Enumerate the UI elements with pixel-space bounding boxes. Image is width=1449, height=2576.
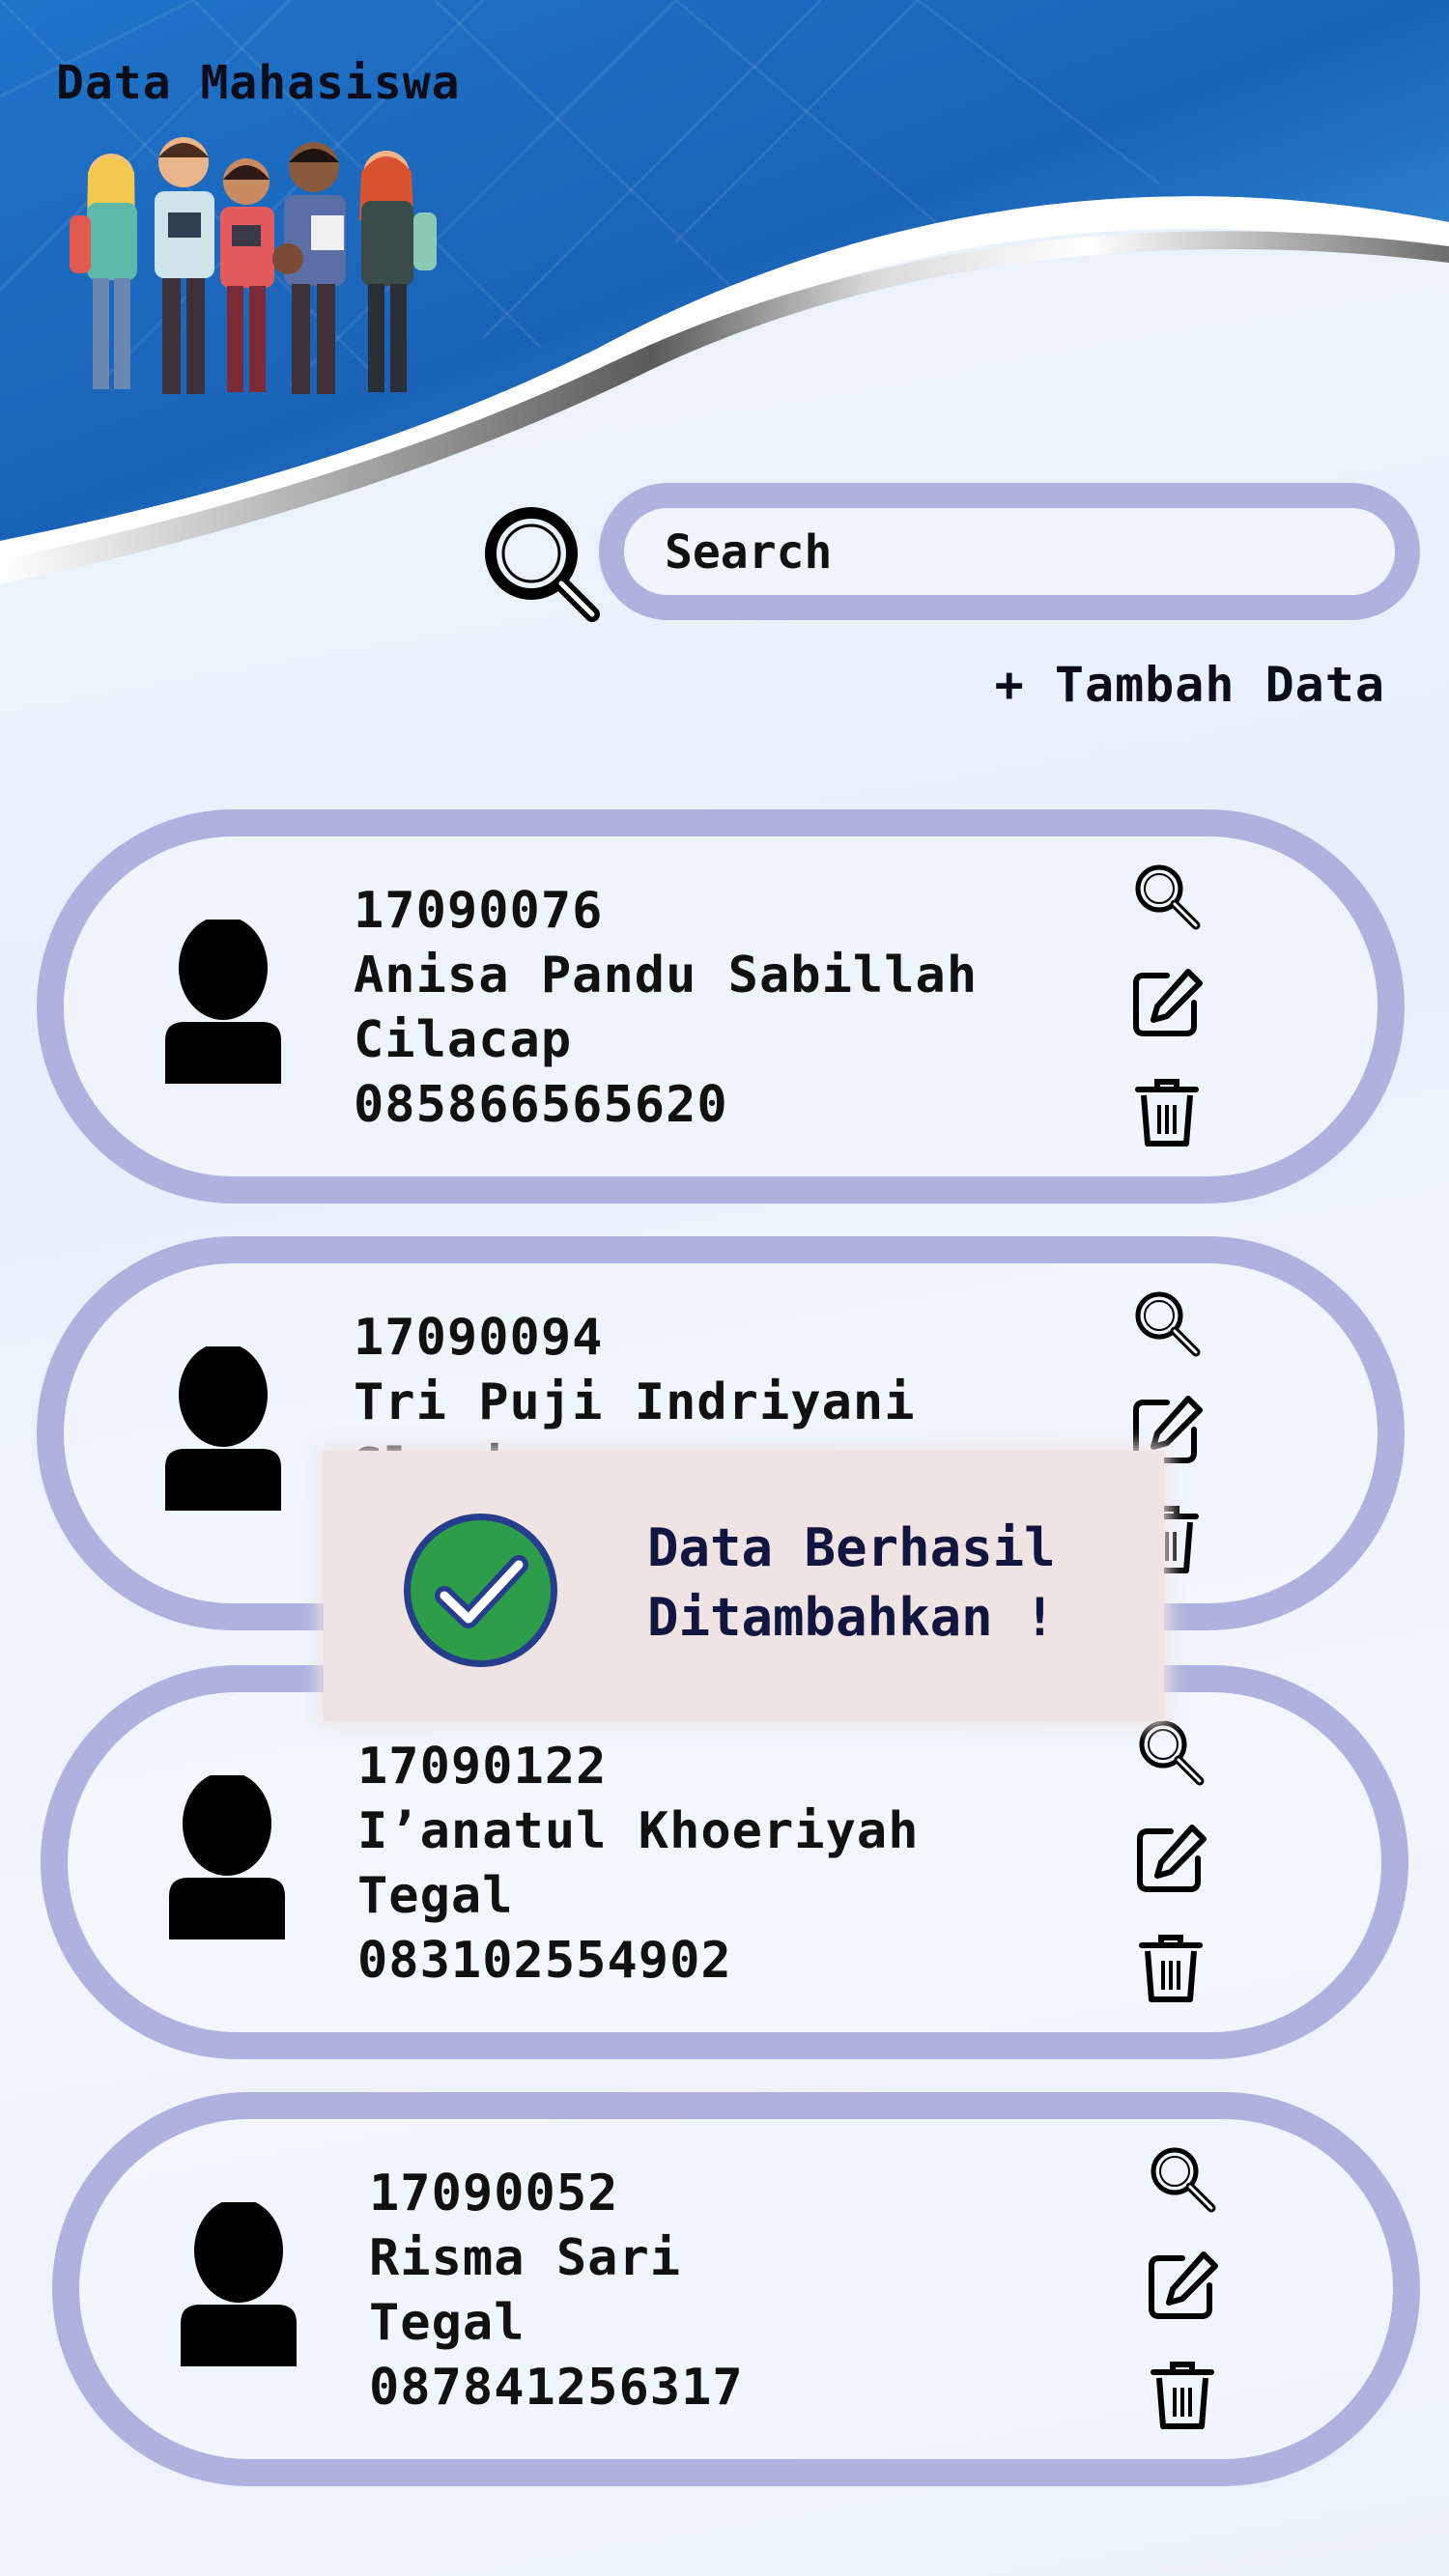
delete-icon[interactable] xyxy=(1132,1928,1209,2005)
student-nim: 17090094 xyxy=(354,1309,604,1367)
edit-icon[interactable] xyxy=(1144,2247,1221,2324)
student-city: Tegal xyxy=(357,1867,514,1925)
search-box[interactable] xyxy=(599,483,1420,620)
view-detail-icon[interactable] xyxy=(1144,2140,1221,2218)
delete-icon[interactable] xyxy=(1128,1072,1206,1149)
avatar-icon xyxy=(169,1775,285,1939)
search-input[interactable] xyxy=(663,508,1381,597)
success-toast: Data Berhasil Ditambahkan ! xyxy=(324,1451,1164,1721)
toast-message: Data Berhasil Ditambahkan ! xyxy=(647,1514,1130,1653)
student-card: 17090122 I’anatul Khoeriyah Tegal 083102… xyxy=(41,1665,1408,2059)
student-city: Tegal xyxy=(369,2294,526,2352)
student-name: I’anatul Khoeriyah xyxy=(357,1802,920,1860)
student-name: Risma Sari xyxy=(369,2229,682,2287)
add-data-button[interactable]: + Tambah Data xyxy=(995,657,1385,713)
toast-message-line: Data Berhasil xyxy=(647,1517,1056,1578)
students-illustration xyxy=(70,137,437,394)
student-card: 17090052 Risma Sari Tegal 087841256317 xyxy=(52,2092,1420,2486)
page-title: Data Mahasiswa xyxy=(56,56,461,110)
student-city: Cilacap xyxy=(354,1011,573,1069)
search-icon[interactable] xyxy=(478,500,604,626)
avatar-icon xyxy=(165,920,281,1084)
toast-message-line: Ditambahkan ! xyxy=(647,1587,1056,1648)
student-nim: 17090076 xyxy=(354,882,604,940)
student-phone: 087841256317 xyxy=(369,2359,744,2417)
avatar-icon xyxy=(181,2202,297,2366)
view-detail-icon[interactable] xyxy=(1128,858,1206,935)
view-detail-icon[interactable] xyxy=(1128,1285,1206,1362)
student-nim: 17090052 xyxy=(369,2165,619,2222)
check-circle-icon xyxy=(404,1514,557,1667)
student-name: Anisa Pandu Sabillah xyxy=(354,947,979,1005)
avatar-icon xyxy=(165,1346,281,1511)
delete-icon[interactable] xyxy=(1144,2355,1221,2432)
student-nim: 17090122 xyxy=(357,1738,608,1796)
student-card: 17090076 Anisa Pandu Sabillah Cilacap 08… xyxy=(37,809,1405,1203)
student-phone: 085866565620 xyxy=(354,1076,728,1134)
view-detail-icon[interactable] xyxy=(1132,1713,1209,1791)
student-name: Tri Puji Indriyani xyxy=(354,1373,916,1431)
edit-icon[interactable] xyxy=(1132,1820,1209,1897)
student-phone: 083102554902 xyxy=(357,1932,732,1990)
edit-icon[interactable] xyxy=(1128,964,1206,1041)
